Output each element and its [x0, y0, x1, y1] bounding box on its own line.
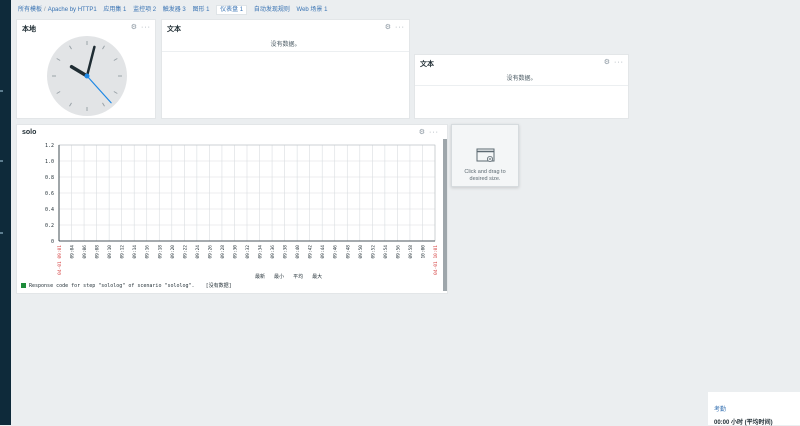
legend-no-data: [没有数据] — [205, 283, 232, 289]
y-tick-label: 1.2 — [45, 143, 54, 149]
x-tick-label: 09:36 — [270, 245, 276, 259]
x-tick-label: 09:46 — [333, 245, 339, 259]
x-tick-label: 09:38 — [283, 245, 289, 259]
sidebar-marker — [0, 232, 3, 234]
x-tick-label: 09:44 — [320, 245, 326, 259]
x-tick-label: 09:48 — [345, 245, 351, 259]
x-tick-label: 09:10 — [107, 245, 113, 259]
divider — [415, 85, 628, 86]
no-data-text: 没有数据。 — [506, 76, 537, 82]
legend-header: 最新 最小 平均 最大 — [255, 273, 322, 280]
legend: Response code for step "sololog" of scen… — [21, 282, 232, 289]
x-tick-label: 09:08 — [95, 245, 101, 259]
more-icon[interactable]: ··· — [395, 24, 405, 31]
x-tick-label: 09:18 — [157, 245, 163, 259]
sidebar — [0, 0, 11, 425]
x-tick-label: 09:16 — [145, 245, 151, 259]
text-widget[interactable]: 文本 ⚙ ··· 没有数据。 — [161, 19, 410, 119]
corner-label[interactable]: 考勤 — [714, 404, 726, 413]
y-tick-label: 0.2 — [45, 223, 54, 229]
graph-widget[interactable]: solo ⚙ ··· 1.2 1.0 0.8 0.6 0.4 0.2 0 04-01 09:0… — [16, 124, 448, 294]
legend-col-min: 最小 — [274, 274, 285, 280]
y-tick-label: 0 — [51, 239, 54, 245]
x-tick-label: 09:34 — [258, 245, 264, 259]
legend-col-avg: 平均 — [293, 274, 304, 280]
y-tick-label: 1.0 — [45, 159, 54, 165]
more-icon[interactable]: ··· — [429, 129, 439, 136]
y-tick-label: 0.4 — [45, 207, 54, 213]
sidebar-marker — [0, 90, 3, 92]
divider — [162, 51, 409, 52]
breadcrumb-all-templates[interactable]: 所有模板 — [18, 7, 42, 13]
more-icon[interactable]: ··· — [614, 59, 624, 66]
placeholder-text: Click and drag to desired size. — [464, 169, 506, 182]
x-tick-label: 04-01 10:01 — [433, 245, 439, 275]
tab-triggers[interactable]: 触发器 3 — [163, 7, 186, 13]
widget-title: 文本 — [420, 61, 434, 68]
clock-center — [84, 73, 90, 79]
gear-icon[interactable]: ⚙ — [419, 129, 426, 136]
gear-icon[interactable]: ⚙ — [385, 24, 392, 31]
x-tick-label: 09:50 — [358, 245, 364, 259]
x-tick-label: 09:28 — [220, 245, 226, 259]
corner-panel: 考勤 00:00 小时 (平均时间) — [708, 392, 800, 426]
sidebar-marker — [0, 160, 3, 162]
clock-widget[interactable]: 本地 ⚙ ··· — [16, 19, 156, 119]
x-tick-label: 09:20 — [170, 245, 176, 259]
legend-col-max: 最大 — [312, 274, 323, 280]
breadcrumb-separator: / — [44, 7, 46, 13]
x-tick-label: 09:06 — [82, 245, 88, 259]
widget-controls: ⚙ ··· — [419, 128, 439, 136]
tab-dashboards[interactable]: 仪表盘 1 — [216, 5, 248, 15]
window-icon — [476, 148, 495, 162]
x-tick-label: 09:26 — [207, 245, 213, 259]
x-tick-label: 09:14 — [132, 245, 138, 259]
tab-graphs[interactable]: 图形 1 — [192, 7, 209, 13]
x-tick-label: 09:58 — [408, 245, 414, 259]
x-tick-label: 09:12 — [120, 245, 126, 259]
y-tick-label: 0.6 — [45, 191, 54, 197]
x-tick-label: 09:24 — [195, 245, 201, 259]
x-tick-label: 09:22 — [182, 245, 188, 259]
new-widget-placeholder[interactable]: Click and drag to desired size. — [451, 124, 519, 187]
text-widget-2[interactable]: 文本 ⚙ ··· 没有数据。 — [414, 54, 629, 119]
gear-icon[interactable]: ⚙ — [604, 59, 611, 66]
x-tick-label: 09:54 — [383, 245, 389, 259]
legend-series-name: Response code for step "sololog" of scen… — [29, 283, 195, 289]
widget-title: 文本 — [167, 26, 181, 33]
x-tick-label: 09:52 — [370, 245, 376, 259]
tab-web-scenarios[interactable]: Web 场景 1 — [297, 7, 328, 13]
legend-swatch — [21, 283, 26, 288]
x-tick-label: 09:32 — [245, 245, 251, 259]
x-tick-label: 09:56 — [395, 245, 401, 259]
x-tick-label: 09:30 — [232, 245, 238, 259]
x-tick-label: 10:00 — [420, 245, 426, 259]
no-data-text: 没有数据。 — [270, 42, 301, 48]
x-tick-label: 09:04 — [70, 245, 76, 259]
clock-face — [47, 36, 127, 116]
breadcrumb: 所有模板 / Apache by HTTP1 应用集 1 监控项 2 触发器 3 图… — [18, 4, 327, 16]
tab-discovery-rules[interactable]: 自动发现规则 — [254, 7, 290, 13]
tab-applications[interactable]: 应用集 1 — [103, 7, 126, 13]
breadcrumb-template[interactable]: Apache by HTTP1 — [48, 7, 97, 13]
widget-controls: ⚙ ··· — [604, 58, 624, 66]
x-tick-label: 09:40 — [295, 245, 301, 259]
widget-title: solo — [22, 129, 37, 136]
tab-items[interactable]: 监控项 2 — [133, 7, 156, 13]
y-tick-label: 0.8 — [45, 175, 54, 181]
scrollbar[interactable] — [443, 139, 447, 291]
legend-col-last: 最新 — [255, 274, 266, 280]
widget-controls: ⚙ ··· — [385, 23, 405, 31]
chart: 1.2 1.0 0.8 0.6 0.4 0.2 004-01 09:01 09:04 09:06… — [45, 143, 439, 275]
x-tick-label: 04-01 09:01 — [57, 245, 63, 275]
x-tick-label: 09:42 — [308, 245, 314, 259]
